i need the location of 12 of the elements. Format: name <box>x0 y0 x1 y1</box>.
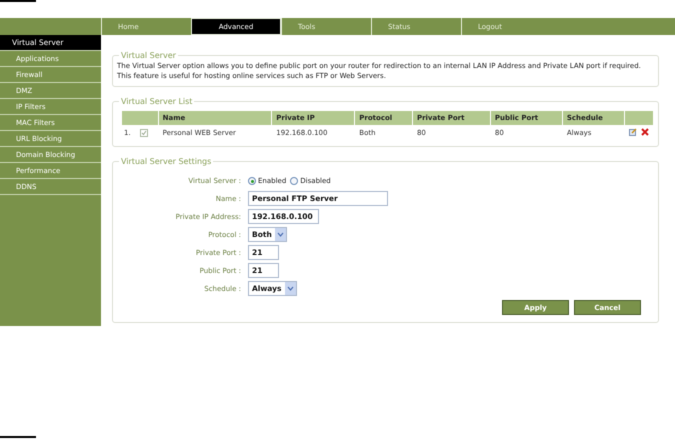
radio-button[interactable] <box>290 177 298 185</box>
section-title: Virtual Server Settings <box>120 157 212 166</box>
section-title: Virtual Server List <box>120 97 194 106</box>
radio-button[interactable] <box>248 177 256 185</box>
header-cell <box>625 111 653 125</box>
edit-icon[interactable] <box>629 128 637 136</box>
caret-icon <box>286 286 294 291</box>
caret-icon <box>276 232 284 237</box>
delete-icon[interactable] <box>641 128 649 136</box>
section-title: Virtual Server <box>120 51 177 60</box>
checkbox[interactable] <box>140 128 148 136</box>
header-cell <box>122 111 158 125</box>
